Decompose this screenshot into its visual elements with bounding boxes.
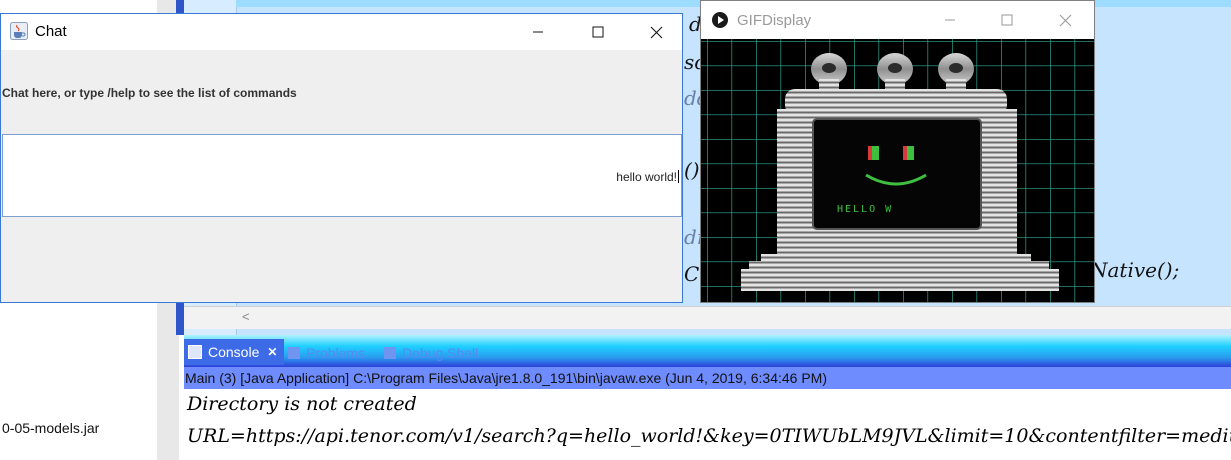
code-fragment: () [684, 158, 700, 182]
tab-problems[interactable]: Problems [288, 343, 365, 363]
console-icon [188, 345, 202, 359]
gif-display-window: GIFDisplay HELLO W [700, 0, 1095, 303]
chat-input-text: hello world! [616, 170, 677, 184]
tab-debug-shell-label: Debug Shell [402, 345, 479, 361]
console-line: Directory is not created [187, 393, 417, 415]
maximize-icon [592, 26, 604, 38]
editor-horizontal-scrollbar[interactable]: < [184, 306, 1231, 329]
play-icon [712, 12, 728, 28]
maximize-icon [1001, 14, 1013, 26]
text-caret [678, 170, 679, 183]
maximize-button[interactable] [575, 14, 621, 50]
minimize-button[interactable] [927, 1, 973, 39]
chat-input-value: hello world! [616, 170, 679, 184]
chat-input-field[interactable]: hello world! [2, 134, 682, 217]
tab-console[interactable]: Console ✕ [184, 339, 284, 365]
gif-animation-frame: HELLO W [701, 39, 1094, 302]
close-icon [1059, 14, 1071, 26]
window-title: Chat [35, 23, 67, 40]
close-button[interactable] [1042, 1, 1088, 39]
console-output[interactable]: Directory is not created URL=https://api… [184, 389, 1231, 460]
console-line: URL=https://api.tenor.com/v1/search?q=he… [187, 425, 1231, 447]
close-button[interactable] [633, 14, 679, 50]
tab-console-label: Console [208, 344, 260, 360]
chat-prompt-label: Chat here, or type /help to see the list… [2, 86, 297, 100]
console-tab-bar: Console ✕ Problems Debug Shell [184, 335, 1231, 367]
gif-screen-text: HELLO W [837, 204, 893, 215]
jar-file-label[interactable]: 0-05-models.jar [2, 420, 99, 436]
code-fragment: C [684, 262, 700, 286]
code-fragment: Native(); [1090, 258, 1180, 282]
debug-shell-icon [384, 347, 396, 359]
close-icon [650, 26, 662, 38]
close-icon[interactable]: ✕ [267, 345, 277, 359]
console-launch-header: Main (3) [Java Application] C:\Program F… [184, 367, 1231, 389]
minimize-icon [533, 31, 543, 33]
tab-problems-label: Problems [306, 345, 366, 361]
chat-window: Chat Chat here, or type /help to see the… [0, 13, 683, 303]
minimize-icon [945, 19, 955, 21]
tab-debug-shell[interactable]: Debug Shell [384, 343, 478, 363]
problems-icon [288, 347, 300, 359]
java-cup-icon [10, 22, 28, 40]
maximize-button[interactable] [984, 1, 1030, 39]
minimize-button[interactable] [515, 14, 561, 50]
chat-titlebar[interactable]: Chat [1, 14, 682, 50]
scroll-left-arrow-icon[interactable]: < [242, 309, 250, 324]
window-title: GIFDisplay [737, 12, 812, 29]
gif-titlebar[interactable]: GIFDisplay [701, 1, 1094, 39]
